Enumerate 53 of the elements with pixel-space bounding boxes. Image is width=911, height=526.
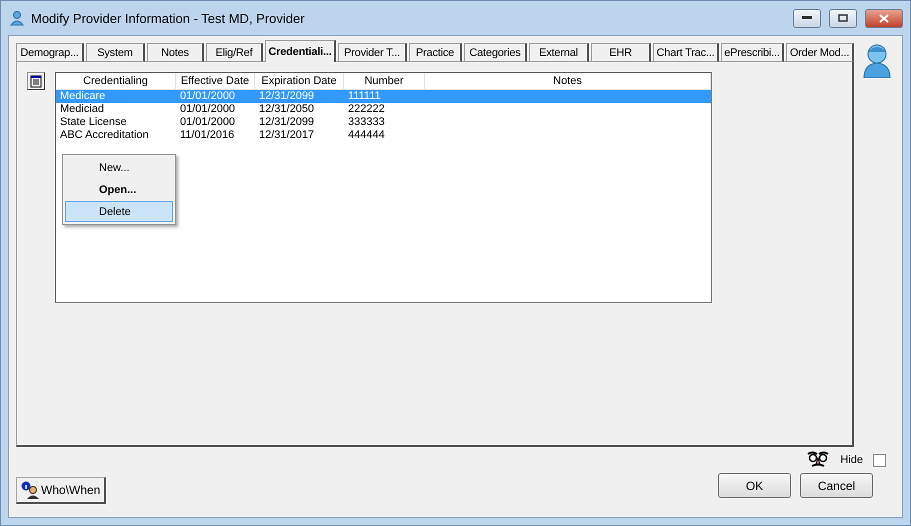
list-cell-text: 444444: [347, 129, 386, 142]
menu-item[interactable]: New...: [65, 157, 173, 178]
tab[interactable]: Elig/Ref: [206, 43, 263, 62]
tab[interactable]: Chart Trac...: [653, 43, 719, 62]
list-cell-text: 12/31/2099: [258, 90, 316, 103]
tab[interactable]: External: [529, 43, 589, 62]
tab[interactable]: Credentiali...: [265, 40, 336, 62]
tab[interactable]: Categories: [464, 43, 527, 62]
list-cell-text: 222222: [347, 103, 386, 116]
list-row[interactable]: Mediciad 01/01/2000 12/31/2050 222222: [56, 103, 711, 116]
cancel-button[interactable]: Cancel: [800, 473, 873, 498]
info-person-icon: [21, 481, 39, 499]
list-cell-text: 12/31/2017: [258, 129, 316, 142]
close-icon: [879, 14, 889, 22]
tab[interactable]: System: [86, 43, 145, 62]
list-cell-text: 01/01/2000: [179, 103, 236, 116]
list-cell-text: 12/31/2099: [258, 116, 316, 129]
disguise-glasses-icon: [806, 451, 830, 469]
list-cell-text: Mediciad: [59, 103, 106, 116]
tab[interactable]: Practice: [409, 43, 462, 62]
minimize-button[interactable]: [793, 8, 821, 28]
tab[interactable]: ePrescribi...: [721, 43, 784, 62]
tab[interactable]: Demograp...: [16, 43, 84, 62]
menu-item[interactable]: Delete: [65, 201, 173, 222]
close-button[interactable]: [865, 8, 903, 28]
tab[interactable]: EHR: [591, 43, 651, 62]
tab[interactable]: Notes: [147, 43, 204, 62]
tab[interactable]: Provider T...: [338, 43, 407, 62]
list-view-button[interactable]: [27, 72, 45, 90]
ok-button[interactable]: OK: [718, 473, 791, 498]
doctor-avatar-icon: [862, 42, 892, 78]
app-icon: [9, 10, 25, 26]
list-cell-text: 11/01/2016: [179, 129, 236, 142]
list-icon: [30, 74, 42, 88]
list-cell-text: Medicare: [59, 90, 106, 103]
maximize-icon: [838, 14, 848, 22]
list-cell-text: State License: [59, 116, 128, 129]
list-cell-text: 12/31/2050: [258, 103, 316, 116]
who-when-button[interactable]: Who\When: [16, 477, 106, 504]
hide-label: Hide: [840, 454, 863, 466]
list-cell-text: 333333: [347, 116, 386, 129]
list-cell-text: ABC Accreditation: [59, 129, 150, 142]
minimize-icon: [802, 16, 812, 20]
hide-checkbox[interactable]: [873, 454, 886, 466]
window-title: Modify Provider Information - Test MD, Provider: [31, 10, 306, 26]
menu-item[interactable]: Open...: [65, 179, 173, 200]
tab[interactable]: Order Mod...: [786, 43, 854, 62]
list-row[interactable]: State License 01/01/2000 12/31/2099 333333: [56, 116, 711, 129]
maximize-button[interactable]: [829, 8, 857, 28]
list-cell-text: 01/01/2000: [179, 116, 236, 129]
list-cell-text: 111111: [347, 90, 382, 103]
list-cell-text: 01/01/2000: [179, 90, 236, 103]
list-row[interactable]: ABC Accreditation 11/01/2016 12/31/2017 444444: [56, 129, 711, 142]
